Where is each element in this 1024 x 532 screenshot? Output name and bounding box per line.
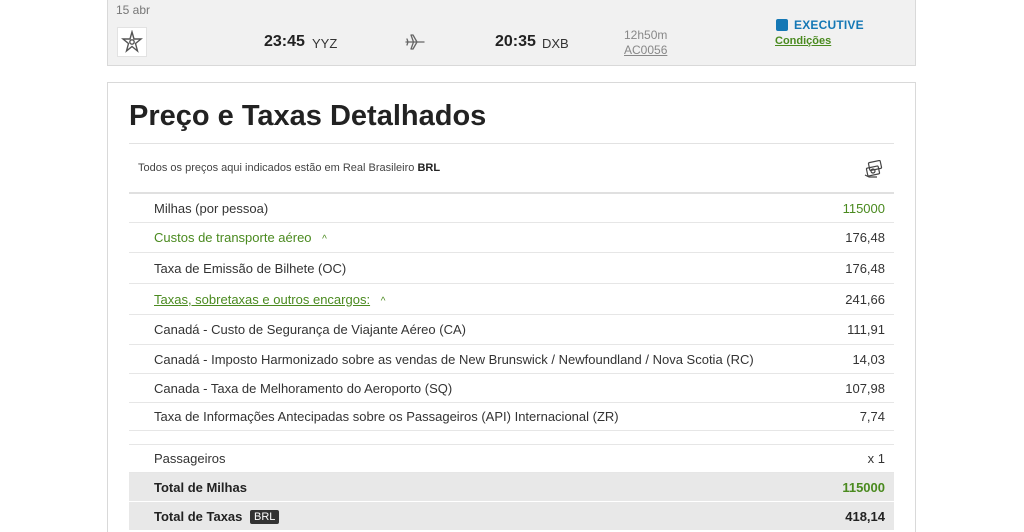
departure-time: 23:45 — [264, 33, 305, 50]
cabin-class-icon — [776, 19, 788, 31]
title-divider — [129, 143, 894, 144]
row-label: Canadá - Custo de Segurança de Viajante … — [154, 322, 466, 337]
row-label: Taxas, sobretaxas e outros encargos: — [154, 291, 371, 307]
chevron-up-icon: ^ — [380, 295, 386, 307]
table-row: Taxa de Informações Antecipadas sobre os… — [129, 403, 894, 431]
row-value: 115000 — [842, 200, 885, 216]
departure-airport-code: YYZ — [312, 36, 338, 51]
flight-summary-card: 15 abr 23:45 YYZ 20:35 DXB 12h50m AC0056… — [107, 0, 916, 66]
table-row[interactable]: Taxas, sobretaxas e outros encargos: ^ 2… — [129, 284, 894, 315]
row-value: 176,48 — [845, 260, 885, 276]
table-row: Milhas (por pessoa) 115000 — [129, 194, 894, 223]
currency-exchange-icon[interactable] — [864, 160, 884, 178]
plane-icon — [405, 34, 425, 50]
taxes-surcharges-toggle[interactable]: Taxas, sobretaxas e outros encargos: ^ — [154, 292, 385, 307]
row-value: 107,98 — [845, 380, 885, 396]
table-row: Taxa de Emissão de Bilhete (OC) 176,48 — [129, 253, 894, 284]
row-value: 7,74 — [859, 409, 885, 424]
airline-logo-icon — [117, 27, 147, 57]
row-value: 176,48 — [845, 230, 885, 245]
total-miles-value: 115000 — [842, 479, 885, 495]
price-details-panel: Preço e Taxas Detalhados Todos os preços… — [107, 82, 916, 532]
flight-date: 15 abr — [116, 3, 151, 17]
passengers-value: x 1 — [867, 451, 885, 466]
chevron-up-icon: ^ — [322, 234, 327, 245]
row-label: Custos de transporte aéreo — [154, 230, 312, 245]
total-taxes-label-group: Total de Taxas BRL — [154, 508, 280, 524]
row-label: Taxa de Informações Antecipadas sobre os… — [154, 409, 619, 424]
air-transport-costs-toggle[interactable]: Custos de transporte aéreo ^ — [154, 230, 327, 245]
row-label: Milhas (por pessoa) — [154, 200, 269, 216]
row-label: Taxa de Emissão de Bilhete (OC) — [154, 260, 347, 276]
flight-number-link[interactable]: AC0056 — [624, 43, 667, 57]
currency-note-text: Todos os preços aqui indicados estão em … — [138, 162, 415, 174]
total-miles-label: Total de Milhas — [154, 479, 247, 495]
flight-duration: 12h50m — [624, 28, 668, 42]
arrival-airport-code: DXB — [542, 36, 569, 51]
passengers-row: Passageiros x 1 — [129, 445, 894, 473]
passengers-label: Passageiros — [154, 451, 226, 466]
table-spacer — [129, 431, 894, 445]
conditions-link[interactable]: Condições — [775, 35, 831, 47]
currency-note: Todos os preços aqui indicados estão em … — [138, 162, 440, 174]
total-miles-row: Total de Milhas 115000 — [129, 473, 894, 502]
arrival-time: 20:35 — [495, 33, 536, 50]
row-label: Canada - Taxa de Melhoramento do Aeropor… — [154, 380, 453, 396]
row-value: 241,66 — [845, 291, 885, 307]
total-taxes-label: Total de Taxas — [154, 508, 243, 524]
table-row: Canada - Taxa de Melhoramento do Aeropor… — [129, 374, 894, 403]
total-taxes-value: 418,14 — [845, 508, 885, 524]
currency-badge: BRL — [250, 509, 280, 524]
cabin-class-label: EXECUTIVE — [794, 18, 864, 32]
total-taxes-row: Total de Taxas BRL 418,14 — [129, 502, 894, 531]
price-breakdown-table: Milhas (por pessoa) 115000 Custos de tra… — [129, 194, 894, 531]
currency-code: BRL — [417, 162, 441, 174]
table-row: Canadá - Imposto Harmonizado sobre as ve… — [129, 345, 894, 374]
price-title: Preço e Taxas Detalhados — [129, 100, 487, 132]
row-label: Canadá - Imposto Harmonizado sobre as ve… — [154, 351, 754, 367]
table-row[interactable]: Custos de transporte aéreo ^ 176,48 — [129, 223, 894, 253]
table-row: Canadá - Custo de Segurança de Viajante … — [129, 315, 894, 345]
row-value: 111,91 — [847, 322, 885, 337]
row-value: 14,03 — [852, 351, 885, 367]
